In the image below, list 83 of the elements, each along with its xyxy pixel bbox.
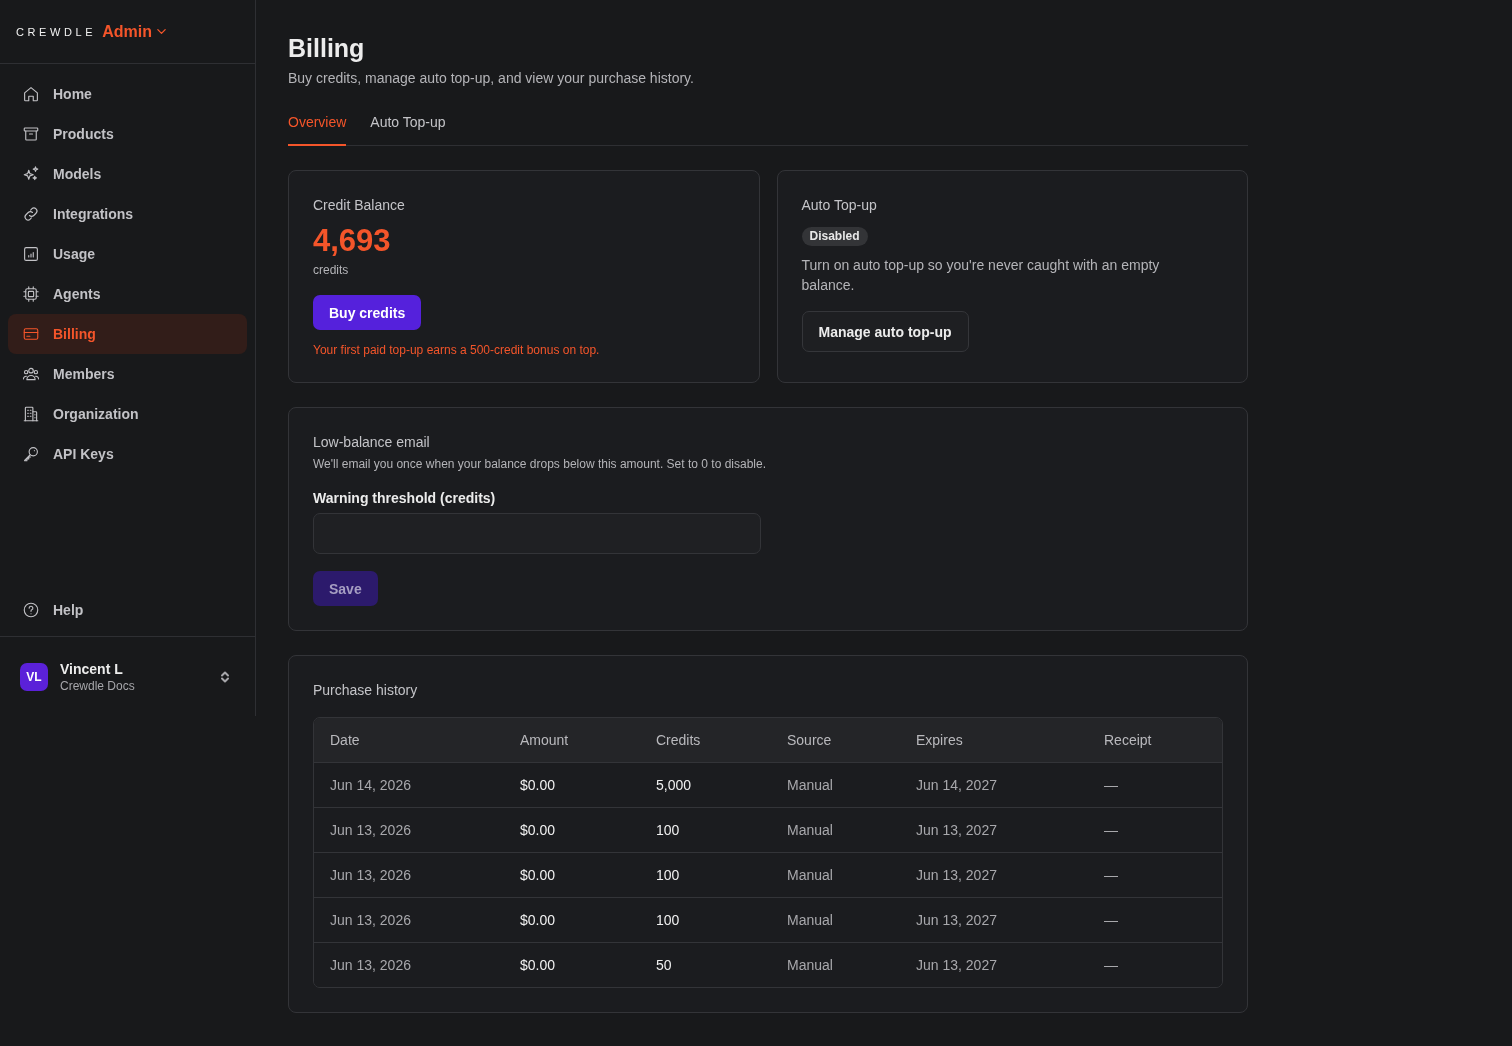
table-cell-text: $0.00: [519, 912, 557, 928]
nav-item[interactable]: Help: [8, 590, 247, 630]
caret-icon: [156, 26, 167, 37]
table-cell-text: Jun 13, 2026: [329, 822, 412, 838]
logo: CREWDLE: [16, 25, 97, 38]
nav-item[interactable]: Members: [8, 354, 247, 394]
chevron-up-down-icon[interactable]: [219, 671, 231, 683]
card-description: Turn on auto top-up so you're never caught with an empty balance.: [801, 256, 1161, 295]
card-description: We'll email you once when your balance drops below this amount. Set to 0 to disable.: [313, 456, 767, 472]
table-cell-text: Jun 13, 2027: [915, 867, 998, 883]
table-cell-text: Manual: [786, 957, 834, 973]
home-icon: [22, 85, 40, 103]
column-header: Amount: [519, 732, 570, 748]
card-title: Auto Top-up: [801, 196, 878, 215]
table-cell-text: —: [1103, 822, 1119, 838]
workspace-switcher[interactable]: Admin: [102, 22, 167, 41]
user-name: Vincent L: [60, 660, 124, 678]
table-cell-text: Manual: [786, 822, 834, 838]
table-cell-text: —: [1103, 777, 1119, 793]
table-cell-text: Jun 14, 2027: [915, 777, 998, 793]
card-title: Purchase history: [313, 681, 419, 700]
input-field[interactable]: [313, 513, 761, 554]
table-cell-text: $0.00: [519, 957, 557, 973]
nav-item[interactable]: API Keys: [8, 434, 247, 474]
bar-chart-icon: [22, 245, 40, 263]
table-cell-text: —: [1103, 867, 1119, 883]
link-icon: [22, 205, 40, 223]
table-cell-text: $0.00: [519, 822, 557, 838]
nav-item[interactable]: Usage: [8, 234, 247, 274]
table-cell-text: Manual: [786, 867, 834, 883]
table-cell-text: —: [1103, 912, 1119, 928]
help-icon: [22, 601, 40, 619]
card-title: Low-balance email: [313, 433, 431, 452]
page-subtitle: Buy credits, manage auto top-up, and view your purchase history.: [288, 69, 695, 88]
column-header: Expires: [915, 732, 964, 748]
table-cell-text: 50: [655, 957, 673, 973]
table-cell-text: 100: [655, 822, 681, 838]
page-title: Billing: [288, 33, 366, 64]
bonus-note: Your first paid top-up earns a 500-credit bonus on top.: [313, 342, 601, 358]
credit-card-icon: [22, 325, 40, 343]
column-header: Credits: [655, 732, 702, 748]
chip-icon: [22, 285, 40, 303]
table-cell-text: $0.00: [519, 777, 557, 793]
card-title: Credit Balance: [313, 196, 406, 215]
table-cell-text: $0.00: [519, 867, 557, 883]
table-cell-text: Jun 13, 2026: [329, 867, 412, 883]
status-badge: Disabled: [801, 227, 868, 246]
organization-name: Crewdle Docs: [60, 678, 136, 694]
table-cell-text: Jun 13, 2027: [915, 957, 998, 973]
table-cell-text: 100: [655, 912, 681, 928]
table-cell-text: Jun 13, 2027: [915, 822, 998, 838]
manage-auto-topup-button[interactable]: Manage auto top-up: [801, 311, 969, 352]
table-cell-text: Manual: [786, 912, 834, 928]
table-cell-text: Jun 14, 2026: [329, 777, 412, 793]
nav-item[interactable]: Models: [8, 154, 247, 194]
tab[interactable]: Overview: [288, 104, 347, 146]
table-cell-text: Jun 13, 2027: [915, 912, 998, 928]
table-cell-text: Jun 13, 2026: [329, 957, 412, 973]
users-icon: [22, 365, 40, 383]
column-header: Date: [329, 732, 361, 748]
nav-item[interactable]: Agents: [8, 274, 247, 314]
nav-item[interactable]: Billing: [8, 314, 247, 354]
table-cell-text: 100: [655, 867, 681, 883]
table-cell-text: 5,000: [655, 777, 693, 793]
column-header: Source: [786, 732, 833, 748]
nav-item[interactable]: Organization: [8, 394, 247, 434]
table-cell-text: —: [1103, 957, 1119, 973]
nav-item[interactable]: Home: [8, 74, 247, 114]
credit-amount: 4,693: [313, 223, 392, 259]
avatar: VL: [20, 663, 48, 691]
buy-credits-button[interactable]: Buy credits: [313, 295, 422, 330]
archive-box-icon: [22, 125, 40, 143]
credit-unit: credits: [313, 262, 350, 278]
building-icon: [22, 405, 40, 423]
field-label: Warning threshold (credits): [313, 489, 497, 508]
table-cell-text: Manual: [786, 777, 834, 793]
nav-item[interactable]: Products: [8, 114, 247, 154]
nav-item[interactable]: Integrations: [8, 194, 247, 234]
column-header: Receipt: [1103, 732, 1153, 748]
table-cell-text: Jun 13, 2026: [329, 912, 412, 928]
tab[interactable]: Auto Top-up: [370, 104, 446, 146]
sparkles-icon: [22, 165, 40, 183]
key-icon: [22, 445, 40, 463]
